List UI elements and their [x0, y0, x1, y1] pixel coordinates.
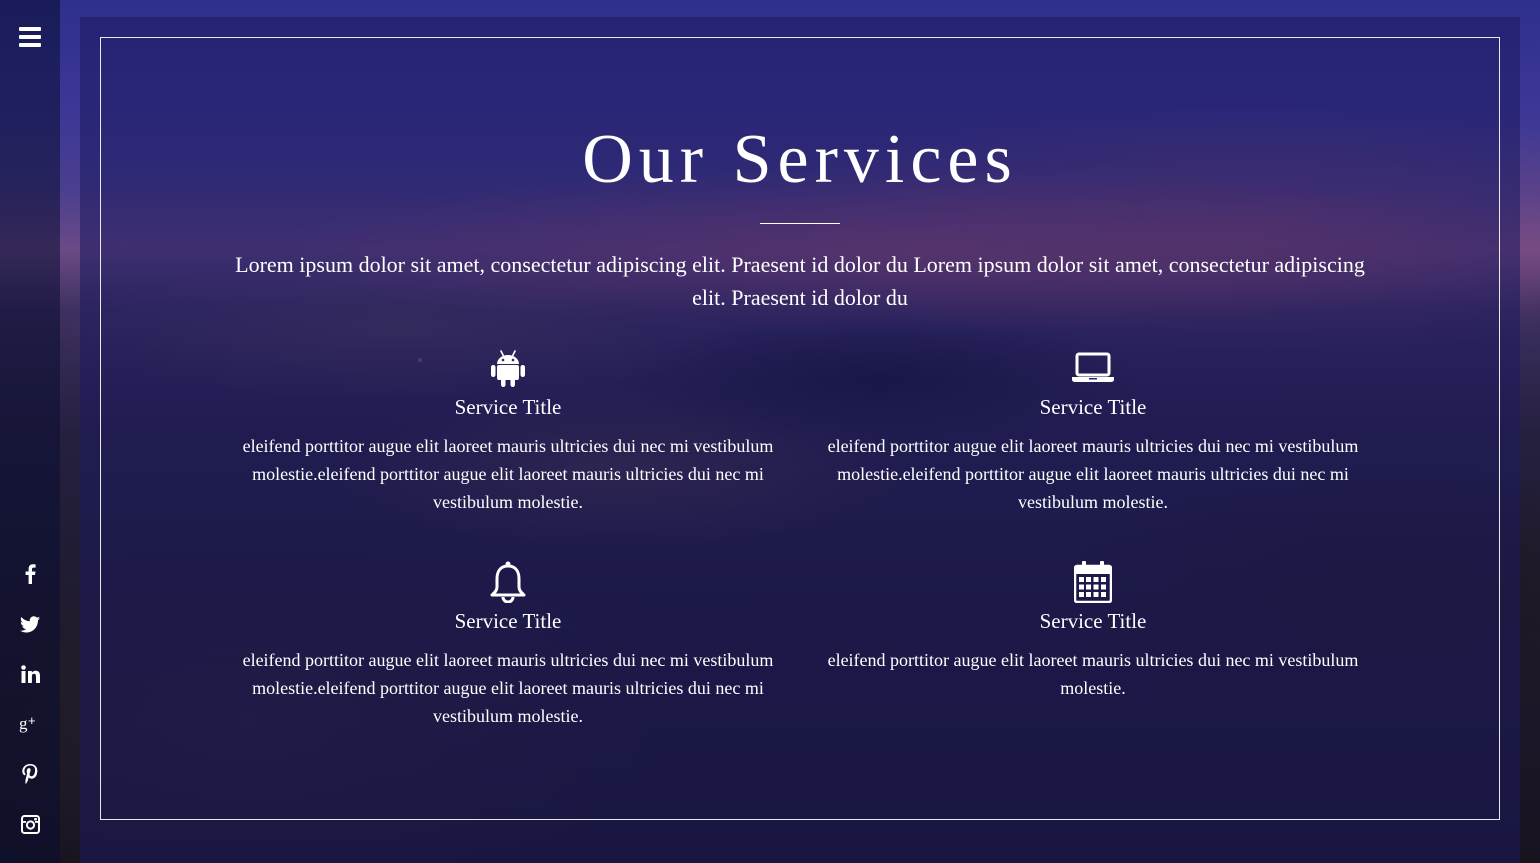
service-description: eleifend porttitor augue elit laoreet ma…	[242, 436, 774, 512]
svg-text:+: +	[28, 713, 36, 728]
linkedin-icon[interactable]	[0, 649, 60, 699]
service-title: Service Title	[1039, 609, 1147, 633]
intro-text: Lorem ipsum dolor sit amet, consectetur …	[235, 252, 1365, 310]
svg-text:g: g	[19, 714, 28, 733]
pinterest-icon[interactable]	[0, 749, 60, 799]
calendar-icon	[818, 561, 1368, 603]
laptop-icon	[818, 348, 1368, 388]
android-icon	[233, 348, 783, 388]
hamburger-menu-icon[interactable]	[19, 27, 41, 47]
facebook-icon[interactable]	[0, 549, 60, 599]
service-description: eleifend porttitor augue elit laoreet ma…	[827, 650, 1359, 698]
twitter-icon[interactable]	[0, 599, 60, 649]
title-divider	[760, 223, 840, 224]
left-sidebar: g +	[0, 0, 60, 863]
service-description: eleifend porttitor augue elit laoreet ma…	[827, 436, 1359, 512]
service-title: Service Title	[454, 395, 562, 419]
service-title: Service Title	[1039, 395, 1147, 419]
service-card: Service Title eleifend porttitor augue e…	[818, 561, 1368, 702]
instagram-icon[interactable]	[0, 799, 60, 849]
service-card: Service Title eleifend porttitor augue e…	[233, 348, 783, 516]
page-title: Our Services	[582, 121, 1018, 198]
service-card: Service Title eleifend porttitor augue e…	[818, 348, 1368, 516]
service-card: Service Title eleifend porttitor augue e…	[233, 561, 783, 730]
social-links: g +	[0, 549, 60, 849]
service-title: Service Title	[454, 609, 562, 633]
google-plus-icon[interactable]: g +	[0, 699, 60, 749]
service-description: eleifend porttitor augue elit laoreet ma…	[242, 650, 774, 726]
bell-icon	[233, 561, 783, 603]
